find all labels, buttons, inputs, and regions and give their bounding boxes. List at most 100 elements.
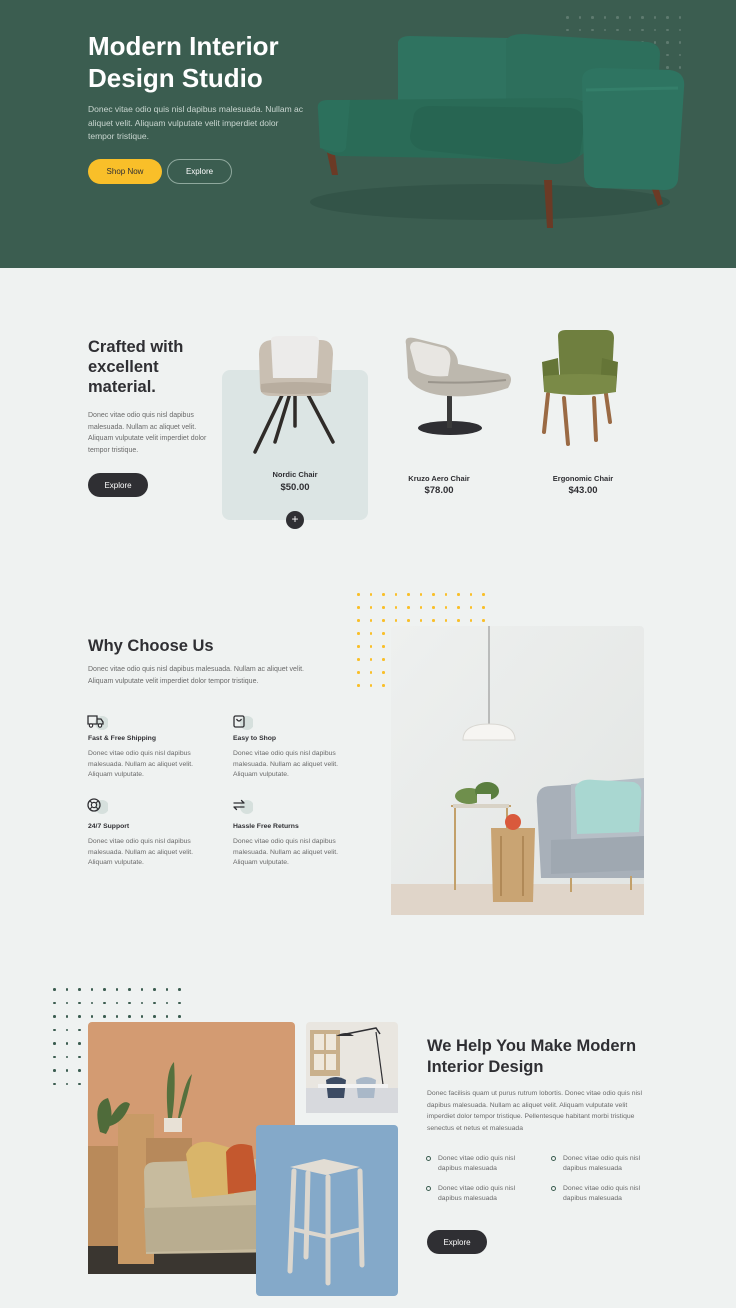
dot (78, 1069, 81, 1072)
hero-explore-button[interactable]: Explore (167, 159, 232, 184)
dot (53, 1082, 56, 1085)
dot (444, 619, 447, 622)
dot (603, 16, 606, 19)
bullet-icon (426, 1156, 431, 1161)
dot (419, 593, 422, 596)
dot (153, 988, 156, 991)
dot (457, 606, 460, 609)
dot (369, 593, 372, 596)
dot (128, 1015, 131, 1018)
dot (78, 988, 81, 991)
dot (140, 1001, 143, 1004)
stool-image (256, 1125, 398, 1296)
dot (357, 619, 360, 622)
bag-icon (233, 715, 253, 730)
feature-title: 24/7 Support (88, 823, 130, 830)
dot (469, 593, 472, 596)
dot (357, 658, 360, 661)
dot (115, 1015, 118, 1018)
dot (78, 1055, 81, 1058)
product-price: $78.00 (424, 485, 454, 496)
dot (90, 988, 93, 991)
dot (153, 1001, 156, 1004)
feature-title: Hassle Free Returns (233, 823, 299, 830)
feature-text: Donec vitae odio quis nisl dapibus males… (233, 750, 339, 778)
dot (666, 16, 669, 19)
dot (65, 1042, 68, 1045)
returns-icon (233, 799, 253, 814)
bullet-icon (551, 1186, 556, 1191)
dot (369, 671, 372, 674)
support-icon (87, 798, 108, 814)
dot (394, 593, 397, 596)
dot (78, 1028, 81, 1031)
plus-icon: + (291, 512, 299, 526)
dot (357, 645, 360, 648)
help-description: Donec facilisis quam ut purus rutrum lob… (427, 1090, 642, 1132)
dot (369, 658, 372, 661)
dot (78, 1015, 81, 1018)
product-name: Ergonomic Chair (552, 474, 614, 483)
feature-text: Donec vitae odio quis nisl dapibus males… (88, 838, 194, 866)
dot (357, 684, 360, 687)
dot (65, 988, 68, 991)
dot (678, 16, 681, 19)
dot (78, 1001, 81, 1004)
hero-section: Modern Interior Design Studio Donec vita… (0, 0, 736, 268)
dot (482, 593, 485, 596)
dot (469, 619, 472, 622)
dot (165, 1015, 168, 1018)
product-price: $43.00 (568, 485, 598, 496)
help-explore-button[interactable]: Explore (427, 1230, 487, 1254)
dot (653, 16, 656, 19)
dot (103, 1015, 106, 1018)
bullet-text: Donec vitae odio quis nisl dapibus males… (563, 1185, 641, 1202)
dot (53, 988, 56, 991)
green-sofa-image (310, 34, 685, 228)
ergonomic-chair-image[interactable] (536, 328, 622, 446)
shop-now-button[interactable]: Shop Now (88, 159, 162, 184)
dot (482, 606, 485, 609)
dot (382, 658, 385, 661)
dot (90, 1001, 93, 1004)
dot (128, 1001, 131, 1004)
dot (357, 593, 360, 596)
dot (369, 684, 372, 687)
dot (369, 619, 372, 622)
dot (566, 16, 569, 19)
feature-title: Fast & Free Shipping (88, 735, 156, 742)
help-title: We Help You Make Modern Interior Design (427, 1037, 637, 1076)
kruzo-aero-chair-image[interactable] (398, 334, 514, 440)
dot (165, 1001, 168, 1004)
dot (140, 988, 143, 991)
dot (115, 1001, 118, 1004)
dot (53, 1001, 56, 1004)
dot (53, 1015, 56, 1018)
hero-description: Donec vitae odio quis nisl dapibus males… (88, 104, 303, 141)
dot (591, 16, 594, 19)
dining-room-image (306, 1022, 398, 1113)
dot (178, 1015, 181, 1018)
add-to-cart-button[interactable]: + (286, 511, 304, 529)
nordic-chair-image[interactable] (245, 334, 345, 454)
dot (641, 16, 644, 19)
dot (616, 16, 619, 19)
dot (357, 632, 360, 635)
dot (394, 619, 397, 622)
dot (382, 606, 385, 609)
dot (628, 16, 631, 19)
dot (115, 988, 118, 991)
dot (65, 1082, 68, 1085)
dot (457, 619, 460, 622)
dot (357, 606, 360, 609)
product-name: Nordic Chair (272, 470, 318, 479)
products-explore-button[interactable]: Explore (88, 473, 148, 497)
dot (469, 606, 472, 609)
dot (419, 619, 422, 622)
dot (394, 606, 397, 609)
dot (65, 1069, 68, 1072)
feature-text: Donec vitae odio quis nisl dapibus males… (88, 750, 194, 778)
dot (382, 645, 385, 648)
living-room-image (391, 626, 644, 915)
dot (382, 593, 385, 596)
